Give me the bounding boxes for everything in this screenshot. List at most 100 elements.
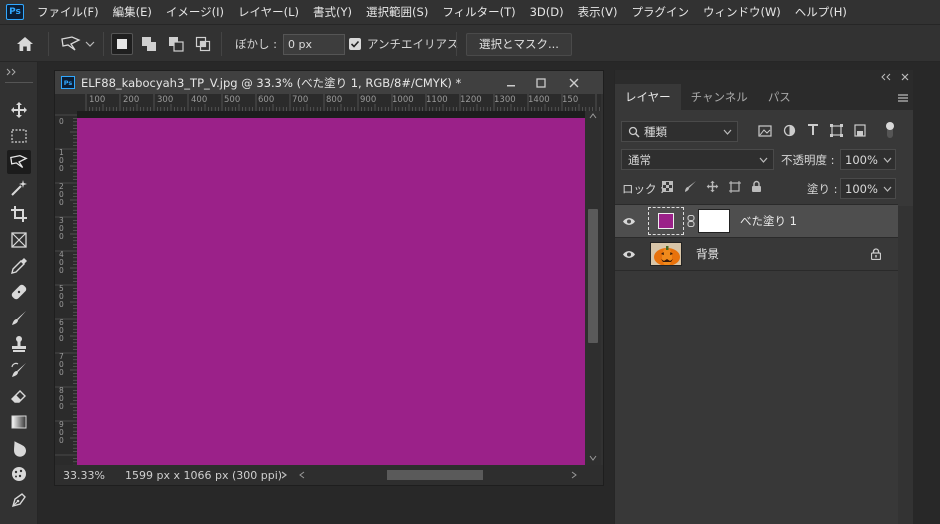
blur-tool[interactable] <box>7 436 31 460</box>
frame-tool[interactable] <box>7 228 31 252</box>
pen-tool[interactable] <box>7 488 31 512</box>
menu-help[interactable]: ヘルプ(H) <box>788 0 854 24</box>
filter-toggle[interactable] <box>885 121 895 142</box>
crop-tool[interactable] <box>7 202 31 226</box>
canvas-area[interactable] <box>77 111 585 465</box>
marquee-tool[interactable] <box>7 124 31 148</box>
select-and-mask-button[interactable]: 選択とマスク... <box>466 32 572 56</box>
document-info[interactable]: 1599 px x 1066 px (300 ppi) <box>125 469 282 482</box>
gradient-tool[interactable] <box>7 410 31 434</box>
link-icon[interactable] <box>687 215 695 227</box>
scroll-left-icon[interactable] <box>299 471 305 479</box>
layer-row-background[interactable]: 背景 <box>615 238 898 270</box>
document-tab[interactable]: Ps ELF88_kabocyah3_TP_V.jpg @ 33.3% (べた塗… <box>55 71 603 94</box>
menu-file[interactable]: ファイル(F) <box>30 0 106 24</box>
menu-window[interactable]: ウィンドウ(W) <box>696 0 788 24</box>
menu-select[interactable]: 選択範囲(S) <box>359 0 435 24</box>
fill-input[interactable]: 100% <box>840 178 896 199</box>
lock-pixels-icon[interactable] <box>684 180 697 193</box>
new-selection-button[interactable] <box>111 33 133 55</box>
horizontal-scroll-thumb[interactable] <box>387 470 483 480</box>
scroll-right-icon[interactable] <box>571 471 577 479</box>
lock-position-icon[interactable] <box>706 180 719 193</box>
chevron-right-icon[interactable] <box>281 471 287 479</box>
menu-view[interactable]: 表示(V) <box>571 0 625 24</box>
intersect-selection-button[interactable] <box>192 33 214 55</box>
antialias-checkbox[interactable]: アンチエイリアス <box>349 25 459 63</box>
healing-brush-tool[interactable] <box>7 280 31 304</box>
collapse-panel-icon[interactable] <box>881 73 891 81</box>
menu-image[interactable]: イメージ(I) <box>159 0 231 24</box>
add-selection-button[interactable] <box>138 33 160 55</box>
menu-bar: Ps ファイル(F) 編集(E) イメージ(I) レイヤー(L) 書式(Y) 選… <box>0 0 940 24</box>
tab-layers[interactable]: レイヤー <box>615 84 681 110</box>
sponge-icon <box>12 467 26 481</box>
dodge-tool[interactable] <box>7 462 31 486</box>
horizontal-scrollbar[interactable] <box>299 470 579 480</box>
collapse-panel-icon[interactable] <box>6 68 18 76</box>
menu-3d[interactable]: 3D(D) <box>523 0 571 24</box>
move-tool[interactable] <box>7 98 31 122</box>
minimize-button[interactable] <box>496 71 526 94</box>
menu-edit[interactable]: 編集(E) <box>106 0 159 24</box>
scroll-up-icon[interactable] <box>589 113 597 119</box>
lock-artboard-icon[interactable] <box>728 180 741 193</box>
smart-object-filter-icon[interactable] <box>854 124 866 137</box>
lock-icon[interactable] <box>871 248 881 260</box>
photoshop-logo-icon: Ps <box>6 4 24 20</box>
lock-transparency-icon[interactable] <box>662 181 673 192</box>
close-icon[interactable] <box>901 73 909 81</box>
eyedropper-tool[interactable] <box>7 254 31 278</box>
chevron-down-icon[interactable] <box>883 186 892 192</box>
zoom-level[interactable]: 33.33% <box>63 469 113 482</box>
tools-panel <box>0 62 38 524</box>
close-button[interactable] <box>559 71 589 94</box>
lock-all-icon[interactable] <box>751 180 762 193</box>
pen-icon <box>11 493 26 508</box>
tab-channels[interactable]: チャンネル <box>681 84 758 110</box>
menu-type[interactable]: 書式(Y) <box>306 0 359 24</box>
vertical-ruler: 0 100 200 300 400 500 600 700 800 900 <box>55 111 77 467</box>
adjustment-filter-icon[interactable] <box>783 124 796 137</box>
panel-menu-icon[interactable] <box>898 94 908 102</box>
layer-filter-select[interactable]: 種類 <box>621 121 738 142</box>
menu-layer[interactable]: レイヤー(L) <box>231 0 306 24</box>
search-icon <box>628 126 640 138</box>
eraser-tool[interactable] <box>7 384 31 408</box>
shape-filter-icon[interactable] <box>830 124 843 137</box>
layer-mask-thumbnail[interactable] <box>698 209 730 233</box>
background-thumbnail[interactable] <box>650 242 682 266</box>
feather-input[interactable]: 0 px <box>283 33 346 55</box>
maximize-button[interactable] <box>526 71 556 94</box>
scroll-down-icon[interactable] <box>589 455 597 461</box>
color-fill-swatch <box>658 213 674 229</box>
polygonal-lasso-icon <box>61 36 81 51</box>
magic-wand-tool[interactable] <box>7 176 31 200</box>
subtract-selection-button[interactable] <box>165 33 187 55</box>
history-brush-tool[interactable] <box>7 358 31 382</box>
vertical-scroll-thumb[interactable] <box>588 209 598 343</box>
blend-mode-select[interactable]: 通常 <box>621 149 774 170</box>
home-button[interactable] <box>16 25 34 63</box>
visibility-toggle[interactable] <box>615 217 643 226</box>
image-filter-icon[interactable] <box>758 125 772 137</box>
layer-name[interactable]: 背景 <box>696 246 719 262</box>
tab-paths[interactable]: パス <box>758 84 801 110</box>
vertical-scrollbar[interactable] <box>585 111 601 465</box>
chevron-down-icon[interactable] <box>883 157 892 163</box>
lasso-tool[interactable] <box>7 150 31 174</box>
layers-scrollbar[interactable] <box>898 206 914 524</box>
opacity-input[interactable]: 100% <box>840 149 896 170</box>
brush-tool[interactable] <box>7 306 31 330</box>
layer-name[interactable]: べた塗り 1 <box>740 213 797 229</box>
type-filter-icon[interactable] <box>807 124 819 136</box>
clone-stamp-tool[interactable] <box>7 332 31 356</box>
visibility-toggle[interactable] <box>615 250 643 259</box>
layer-row-fill[interactable]: べた塗り 1 <box>615 205 898 237</box>
menu-plugins[interactable]: プラグイン <box>624 0 696 24</box>
image-canvas[interactable] <box>77 118 585 465</box>
menu-filter[interactable]: フィルター(T) <box>435 0 522 24</box>
tool-preset-picker[interactable] <box>60 25 95 63</box>
move-icon <box>11 102 27 118</box>
fill-layer-thumbnail[interactable] <box>648 207 684 235</box>
